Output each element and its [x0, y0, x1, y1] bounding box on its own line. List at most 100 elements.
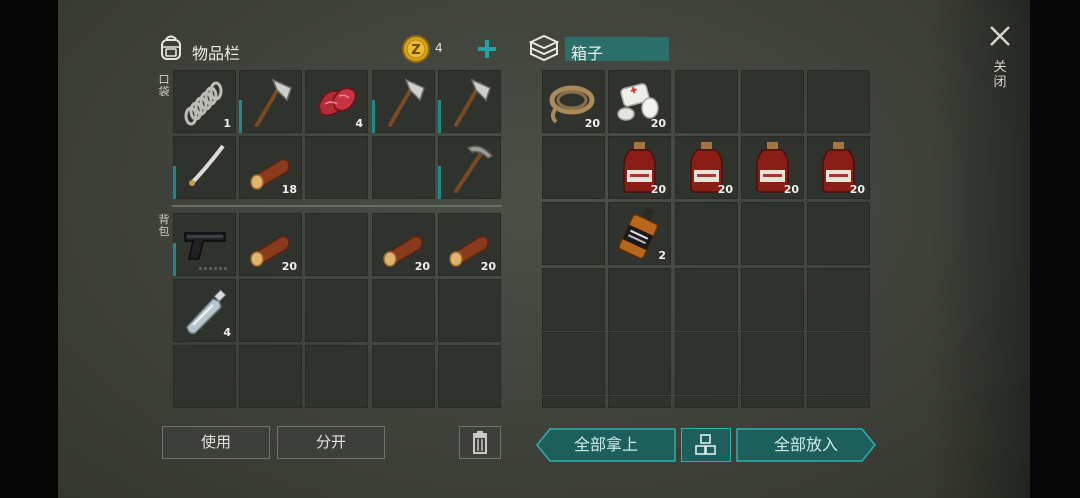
- item-count: 20: [584, 117, 600, 130]
- item-count: 1: [223, 117, 231, 130]
- pocket-slot-1[interactable]: 1: [173, 70, 236, 133]
- item-count: 20: [414, 260, 430, 273]
- box-slot-6[interactable]: [542, 136, 605, 199]
- backpack-slot-8[interactable]: [305, 279, 368, 342]
- box-slot-29[interactable]: [741, 396, 804, 408]
- backpack-label: 背包: [158, 213, 170, 238]
- pistol-icon: [184, 232, 227, 270]
- close-button[interactable]: 关闭: [984, 22, 1016, 102]
- pocket-slot-2[interactable]: [239, 70, 302, 133]
- box-slot-18[interactable]: [675, 268, 738, 331]
- pocket-slot-9[interactable]: [372, 136, 435, 199]
- box-slot-2[interactable]: 20: [608, 70, 671, 133]
- backpack-slot-6[interactable]: 4: [173, 279, 236, 342]
- coin-count: 4: [435, 41, 443, 55]
- box-slot-24[interactable]: [741, 332, 804, 395]
- box-slot-21[interactable]: [542, 332, 605, 395]
- pocket-slot-3[interactable]: 4: [305, 70, 368, 133]
- hatchet-icon: [454, 78, 491, 127]
- trash-icon: [473, 431, 487, 454]
- close-label: 关闭: [993, 60, 1007, 90]
- item-count: 20: [650, 117, 666, 130]
- box-slot-17[interactable]: [608, 268, 671, 331]
- item-count: 4: [355, 117, 363, 130]
- box-slot-1[interactable]: 20: [542, 70, 605, 133]
- item-count: 20: [717, 183, 733, 196]
- box-slot-10[interactable]: 20: [807, 136, 870, 199]
- take-all-label: 全部拿上: [573, 435, 638, 454]
- pocket-slot-10[interactable]: [438, 136, 501, 199]
- backpack-slot-11[interactable]: [173, 345, 236, 408]
- item-count: 20: [650, 183, 666, 196]
- coin-icon: Z: [401, 34, 431, 64]
- use-button[interactable]: 使用: [162, 426, 270, 459]
- backpack-slot-2[interactable]: 20: [239, 213, 302, 276]
- add-coins-button[interactable]: [474, 36, 500, 62]
- put-all-button[interactable]: 全部放入: [736, 428, 876, 462]
- box-slot-5[interactable]: [807, 70, 870, 133]
- backpack-slot-13[interactable]: [305, 345, 368, 408]
- box-slot-13[interactable]: [675, 202, 738, 265]
- svg-text:Z: Z: [411, 43, 420, 58]
- backpack-slot-3[interactable]: [305, 213, 368, 276]
- hatchet-icon: [255, 78, 292, 127]
- backpack-slot-12[interactable]: [239, 345, 302, 408]
- pocket-slot-8[interactable]: [305, 136, 368, 199]
- split-button[interactable]: 分开: [277, 426, 385, 459]
- item-count: 20: [783, 183, 799, 196]
- close-icon: [990, 26, 1010, 46]
- box-slot-20[interactable]: [807, 268, 870, 331]
- pocket-slot-5[interactable]: [438, 70, 501, 133]
- backpack-slot-9[interactable]: [372, 279, 435, 342]
- put-all-label: 全部放入: [773, 435, 838, 454]
- box-icon: [527, 32, 561, 62]
- inventory-title: 物品栏: [192, 44, 241, 63]
- backpack-icon: [156, 32, 186, 62]
- backpack-slot-1[interactable]: [173, 213, 236, 276]
- box-slot-30[interactable]: [807, 396, 870, 408]
- box-slot-27[interactable]: [608, 396, 671, 408]
- box-slot-26[interactable]: [542, 396, 605, 408]
- box-slot-28[interactable]: [675, 396, 738, 408]
- box-slot-15[interactable]: [807, 202, 870, 265]
- box-slot-9[interactable]: 20: [741, 136, 804, 199]
- item-count: 20: [480, 260, 496, 273]
- pickaxe-icon: [454, 145, 494, 193]
- box-slot-22[interactable]: [608, 332, 671, 395]
- box-slot-25[interactable]: [807, 332, 870, 395]
- item-count: 20: [849, 183, 865, 196]
- pockets-label: 口袋: [158, 73, 170, 98]
- box-slot-8[interactable]: 20: [675, 136, 738, 199]
- backpack-slot-14[interactable]: [372, 345, 435, 408]
- box-slot-11[interactable]: [542, 202, 605, 265]
- item-count: 20: [281, 260, 297, 273]
- box-slot-7[interactable]: 20: [608, 136, 671, 199]
- pocket-slot-7[interactable]: 18: [239, 136, 302, 199]
- backpack-slot-15[interactable]: [438, 345, 501, 408]
- box-slot-23[interactable]: [675, 332, 738, 395]
- item-count: 18: [281, 183, 297, 196]
- box-slot-3[interactable]: [675, 70, 738, 133]
- hatchet-icon: [388, 78, 425, 127]
- plus-icon: [478, 40, 496, 58]
- take-all-button[interactable]: 全部拿上: [536, 428, 676, 462]
- backpack-slot-5[interactable]: 20: [438, 213, 501, 276]
- backpack-slot-7[interactable]: [239, 279, 302, 342]
- sort-button[interactable]: [681, 428, 731, 462]
- box-title: 箱子: [571, 44, 604, 63]
- box-slot-14[interactable]: [741, 202, 804, 265]
- box-slot-4[interactable]: [741, 70, 804, 133]
- grid-sort-icon: [695, 434, 716, 455]
- box-slot-19[interactable]: [741, 268, 804, 331]
- trash-button[interactable]: [459, 426, 501, 459]
- box-slot-16[interactable]: [542, 268, 605, 331]
- item-count: 4: [223, 326, 231, 339]
- katana-icon: [181, 144, 225, 194]
- divider: [172, 205, 502, 207]
- pocket-slot-4[interactable]: [372, 70, 435, 133]
- box-slot-12[interactable]: 2: [608, 202, 671, 265]
- backpack-slot-4[interactable]: 20: [372, 213, 435, 276]
- pocket-slot-6[interactable]: [173, 136, 236, 199]
- item-count: 2: [658, 249, 666, 262]
- backpack-slot-10[interactable]: [438, 279, 501, 342]
